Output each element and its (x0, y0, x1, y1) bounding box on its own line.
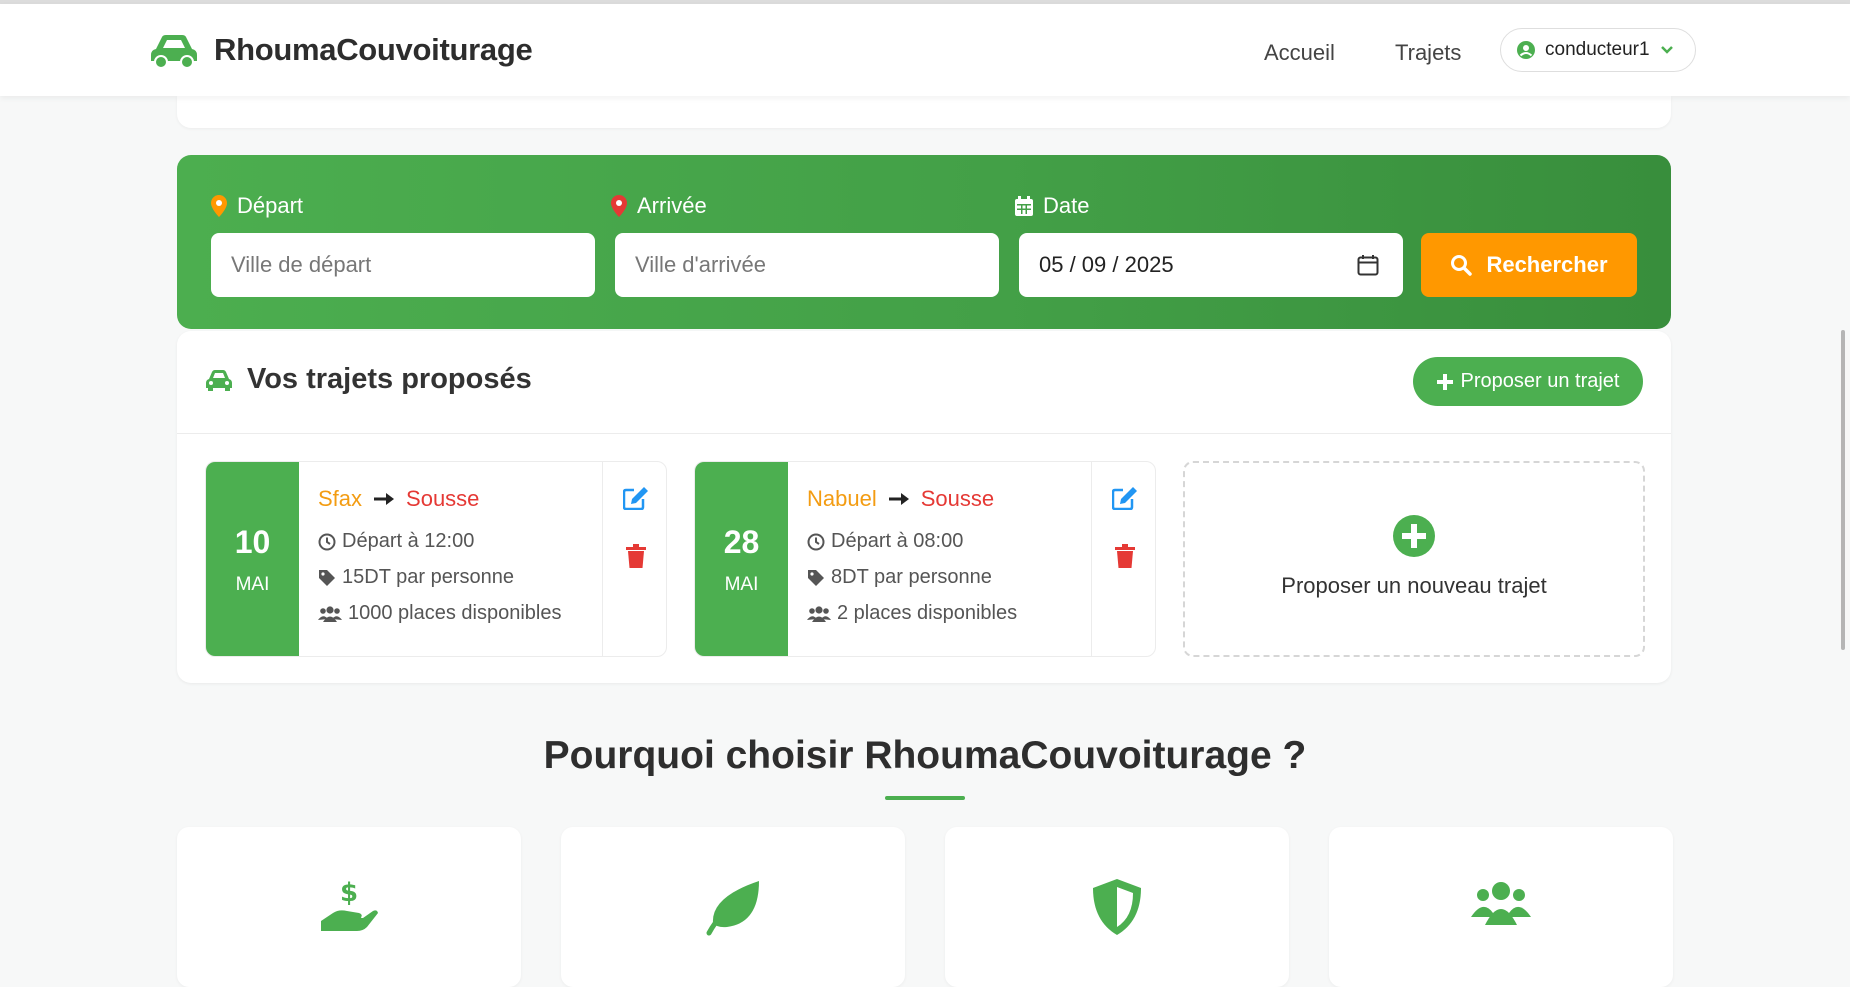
nav-link-home[interactable]: Accueil (1264, 40, 1335, 66)
date-input[interactable]: 05 / 09 / 2025 (1019, 233, 1403, 297)
trash-icon[interactable] (626, 544, 646, 568)
feature-card (561, 827, 905, 987)
trip-date: 28 MAI (695, 462, 788, 656)
user-name: conducteur1 (1545, 39, 1650, 60)
trip-actions (1091, 462, 1155, 656)
trip-seats: 2 places disponibles (807, 602, 1017, 625)
trip-time-text: Départ à 12:00 (342, 530, 475, 552)
date-value: 05 / 09 / 2025 (1039, 252, 1174, 277)
plus-icon (1436, 373, 1453, 390)
arrival-input[interactable]: Ville d'arrivée (615, 233, 999, 297)
feature-card (1329, 827, 1673, 987)
search-button-label: Rechercher (1486, 252, 1608, 277)
hand-dollar-icon: $ (321, 878, 378, 931)
trip-time: Départ à 08:00 (807, 530, 963, 553)
trips-header: Vos trajets proposés Proposer un trajet (177, 331, 1671, 434)
trip-month: MAI (235, 574, 270, 595)
trip-to: Sousse (406, 486, 480, 511)
departure-label-text: Départ (237, 193, 304, 218)
trip-seats-text: 1000 places disponibles (348, 602, 562, 624)
trips-title-text: Vos trajets proposés (247, 363, 532, 395)
brand-name: RhoumaCouvoiturage (214, 32, 533, 67)
plus-circle-icon (1393, 515, 1435, 557)
search-panel: Départ Arrivée Date Ville de départ Vill… (177, 155, 1671, 329)
previous-card-edge (177, 96, 1671, 128)
trip-seats-text: 2 places disponibles (837, 602, 1018, 624)
propose-trip-button[interactable]: Proposer un trajet (1413, 357, 1643, 406)
trip-price: 15DT par personne (318, 566, 514, 589)
trip-day: 10 (234, 524, 271, 560)
new-trip-card[interactable]: Proposer un nouveau trajet (1183, 461, 1645, 657)
leaf-icon (706, 881, 759, 936)
trip-day: 28 (723, 524, 760, 560)
tag-icon (319, 569, 335, 586)
trips-title: Vos trajets proposés (205, 363, 532, 396)
calendar-icon (1015, 196, 1033, 216)
trip-seats: 1000 places disponibles (318, 602, 562, 625)
edit-icon[interactable] (623, 486, 649, 510)
clock-icon (318, 533, 336, 550)
trip-from: Sfax (318, 486, 363, 511)
search-icon (1451, 255, 1473, 276)
departure-input[interactable]: Ville de départ (211, 233, 595, 297)
navbar: RhoumaCouvoiturage Accueil Trajets condu… (0, 4, 1850, 96)
arrow-right-icon (374, 493, 395, 505)
clock-icon (807, 533, 825, 550)
trip-card[interactable]: 28 MAI Nabuel Sousse Départ à 08:00 8DT … (694, 461, 1156, 657)
trip-to: Sousse (920, 486, 995, 511)
car-logo-icon (151, 35, 197, 69)
users-icon (318, 605, 342, 622)
trip-card[interactable]: 10 MAI Sfax Sousse Départ à 12:00 15DT p… (205, 461, 667, 657)
departure-label: Départ (211, 193, 303, 219)
shield-icon (1093, 879, 1141, 935)
arrival-label: Arrivée (611, 193, 707, 219)
trash-icon[interactable] (1115, 544, 1135, 568)
trip-price: 8DT par personne (807, 566, 992, 589)
title-underline (885, 796, 965, 800)
arrival-label-text: Arrivée (637, 193, 707, 218)
users-icon (807, 605, 831, 622)
map-marker-icon (611, 195, 627, 217)
feature-card: $ (177, 827, 521, 987)
chevron-down-icon (1660, 46, 1673, 54)
trip-price-text: 8DT par personne (831, 566, 992, 588)
date-label: Date (1015, 193, 1089, 219)
arrow-right-icon (888, 493, 909, 505)
trip-price-text: 15DT par personne (342, 566, 514, 588)
search-button[interactable]: Rechercher (1421, 233, 1637, 297)
nav-link-trips[interactable]: Trajets (1395, 40, 1461, 66)
propose-trip-button-label: Proposer un trajet (1460, 370, 1620, 392)
trip-time: Départ à 12:00 (318, 530, 474, 553)
user-menu-button[interactable]: conducteur1 (1500, 28, 1696, 72)
trip-route: Nabuel Sousse (807, 486, 994, 512)
map-marker-icon (211, 195, 227, 217)
car-icon (206, 369, 232, 391)
trip-date: 10 MAI (206, 462, 299, 656)
trip-from: Nabuel (807, 486, 877, 511)
svg-text:$: $ (340, 878, 358, 908)
users-group-icon (1471, 882, 1531, 925)
trip-month: MAI (724, 574, 759, 595)
tag-icon (808, 569, 824, 586)
scrollbar-thumb[interactable] (1841, 330, 1845, 650)
brand[interactable]: RhoumaCouvoiturage (148, 31, 533, 69)
trip-route: Sfax Sousse (318, 486, 479, 512)
calendar-picker-icon[interactable] (1357, 254, 1379, 276)
feature-card (945, 827, 1289, 987)
date-label-text: Date (1043, 193, 1090, 218)
edit-icon[interactable] (1112, 486, 1138, 510)
why-title: Pourquoi choisir RhoumaCouvoiturage ? (543, 734, 1307, 777)
my-trips-card: Vos trajets proposés Proposer un trajet … (177, 331, 1671, 683)
new-trip-label: Proposer un nouveau trajet (1281, 573, 1547, 598)
user-circle-icon (1517, 41, 1535, 59)
trip-time-text: Départ à 08:00 (831, 530, 964, 552)
trip-actions (602, 462, 666, 656)
